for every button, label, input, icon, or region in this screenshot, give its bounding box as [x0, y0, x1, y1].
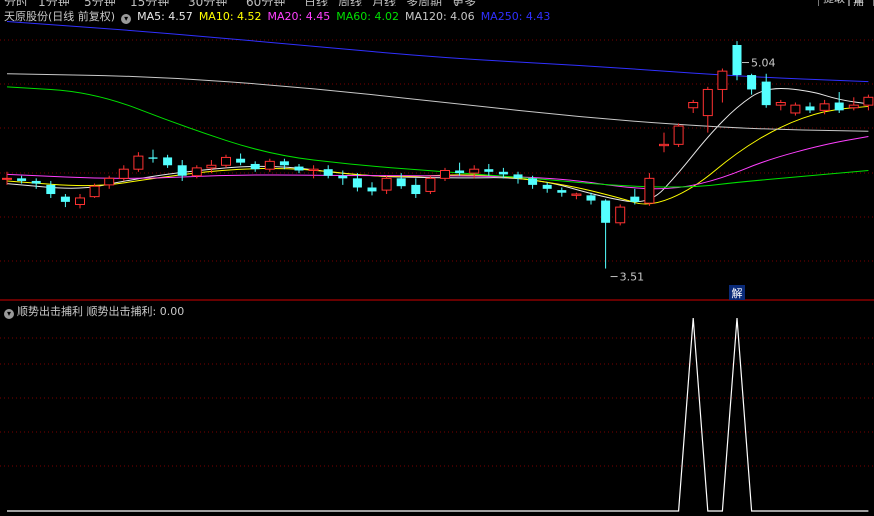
candle-body-up: [191, 167, 202, 177]
chart-canvas[interactable]: 5.04 3.51 解: [0, 0, 874, 516]
candle-body-down: [396, 178, 406, 187]
candle-body-down: [411, 184, 421, 195]
candle-body-down: [60, 196, 70, 202]
candle-body-down: [542, 184, 552, 189]
candle-body-up: [221, 156, 231, 166]
candle-body-down: [630, 196, 640, 202]
candle-body-down: [732, 44, 742, 76]
candle-body-up: [89, 185, 100, 198]
candle-body-up: [775, 102, 786, 106]
candle-body-up: [440, 169, 450, 179]
candle-body-up: [848, 104, 859, 109]
candle-body-up: [308, 168, 319, 171]
candle-body-down: [323, 169, 333, 176]
candle-body-down: [805, 106, 815, 111]
candle-body-down: [352, 178, 362, 188]
candle-body-down: [250, 163, 260, 170]
signal-marker-label: 解: [732, 286, 743, 300]
candle-body-up: [615, 206, 626, 224]
candle-body-up: [819, 103, 830, 111]
candle-body-down: [747, 75, 757, 90]
candle-body-up: [425, 177, 436, 192]
candle-body-up: [75, 197, 85, 205]
candle-body-up: [133, 155, 144, 170]
candle-body-down: [338, 175, 348, 179]
candle-body-down: [586, 195, 596, 201]
candle-body-down: [761, 81, 771, 106]
annotation-label-0: 5.04: [751, 57, 776, 70]
candle-body-down: [163, 157, 173, 166]
candle-body-up: [571, 193, 582, 196]
candle-body-down: [46, 184, 56, 195]
candle-body-down: [498, 171, 508, 175]
candle-body-down: [236, 158, 246, 163]
candle-body-up: [206, 164, 217, 169]
candle-body-down: [528, 178, 538, 185]
candle-body-down: [484, 169, 494, 172]
candle-body-down: [601, 200, 611, 223]
candle-body-up: [702, 88, 713, 117]
candle-body-down: [279, 161, 289, 166]
candle-body-up: [2, 177, 12, 180]
candle-body-up: [469, 168, 480, 174]
candle-body-down: [455, 170, 465, 174]
candle-body-up: [863, 96, 874, 106]
candle-body-down: [177, 165, 187, 176]
candle-body-down: [834, 102, 844, 111]
candle-body-up: [673, 125, 684, 145]
candle-body-up: [264, 160, 275, 170]
annotation-label-1: 3.51: [620, 271, 645, 284]
candle-body-down: [557, 190, 567, 193]
ma-line-ma10: [6, 105, 869, 205]
candle-body-down: [513, 174, 523, 179]
candle-body-down: [148, 157, 158, 159]
candle-body-down: [31, 180, 41, 184]
candle-body-up: [790, 104, 801, 114]
candle-body-up: [717, 70, 728, 90]
candle-body-up: [104, 177, 115, 186]
candle-body-up: [381, 177, 392, 191]
candle-body-up: [644, 177, 655, 204]
ma-line-ma5: [6, 87, 869, 203]
candle-body-up: [688, 102, 699, 109]
candle-body-down: [367, 187, 377, 192]
candle-body-down: [17, 178, 27, 181]
candle-body-up: [118, 168, 129, 179]
candle-body-up: [659, 143, 669, 147]
candle-body-down: [294, 166, 304, 171]
indicator-line: [7, 317, 869, 512]
ma-line-ma120: [6, 73, 869, 132]
